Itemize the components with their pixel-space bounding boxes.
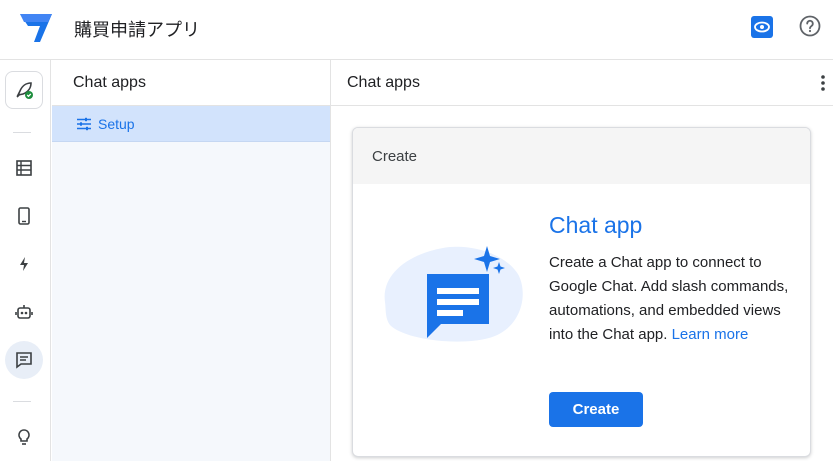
nav-item-setup[interactable]: Setup xyxy=(52,106,330,142)
rail-divider xyxy=(13,132,31,133)
lightbulb-icon xyxy=(18,429,30,445)
chat-app-illustration-icon xyxy=(384,246,523,342)
rail-intelligence-button[interactable] xyxy=(5,418,43,456)
card-description-text: Create a Chat app to connect to Google C… xyxy=(549,254,789,343)
card-header: Create xyxy=(353,128,810,184)
chat-icon xyxy=(16,352,32,369)
nav-panel: Chat apps Setup xyxy=(52,60,331,461)
main-content: Chat apps Create Chat app Create a Chat … xyxy=(331,60,833,461)
rail-chat-button[interactable] xyxy=(5,341,43,379)
preview-button[interactable] xyxy=(751,16,773,38)
create-button[interactable]: Create xyxy=(549,392,643,427)
card-description: Create a Chat app to connect to Google C… xyxy=(549,251,789,347)
card-body: Chat app Create a Chat app to connect to… xyxy=(549,212,789,347)
eye-icon xyxy=(754,21,770,33)
nav-title: Chat apps xyxy=(52,60,330,106)
rocket-icon xyxy=(16,82,33,99)
card-title: Chat app xyxy=(549,212,643,238)
more-options-icon[interactable] xyxy=(817,73,829,93)
page-header: Chat apps xyxy=(331,60,833,106)
nav-item-label: Setup xyxy=(98,115,135,132)
help-icon[interactable] xyxy=(799,15,821,37)
robot-icon xyxy=(15,305,33,319)
tune-icon xyxy=(77,117,91,130)
app-title: 購買申請アプリ xyxy=(74,20,200,41)
rail-views-button[interactable] xyxy=(5,197,43,235)
appsheet-logo-icon xyxy=(20,14,52,42)
rail-actions-button[interactable] xyxy=(5,245,43,283)
rail-divider xyxy=(13,401,31,402)
table-icon xyxy=(16,160,32,176)
create-chat-app-card: Create Chat app Create a Chat app to con… xyxy=(352,127,811,457)
top-bar: 購買申請アプリ xyxy=(0,0,833,60)
phone-icon xyxy=(18,207,30,225)
bolt-icon xyxy=(20,257,28,271)
rail-automation-button[interactable] xyxy=(5,293,43,331)
rail-launch-button[interactable] xyxy=(5,71,43,109)
learn-more-link[interactable]: Learn more xyxy=(672,326,749,343)
rail-data-button[interactable] xyxy=(5,149,43,187)
left-rail xyxy=(0,60,51,461)
page-title: Chat apps xyxy=(347,73,420,91)
